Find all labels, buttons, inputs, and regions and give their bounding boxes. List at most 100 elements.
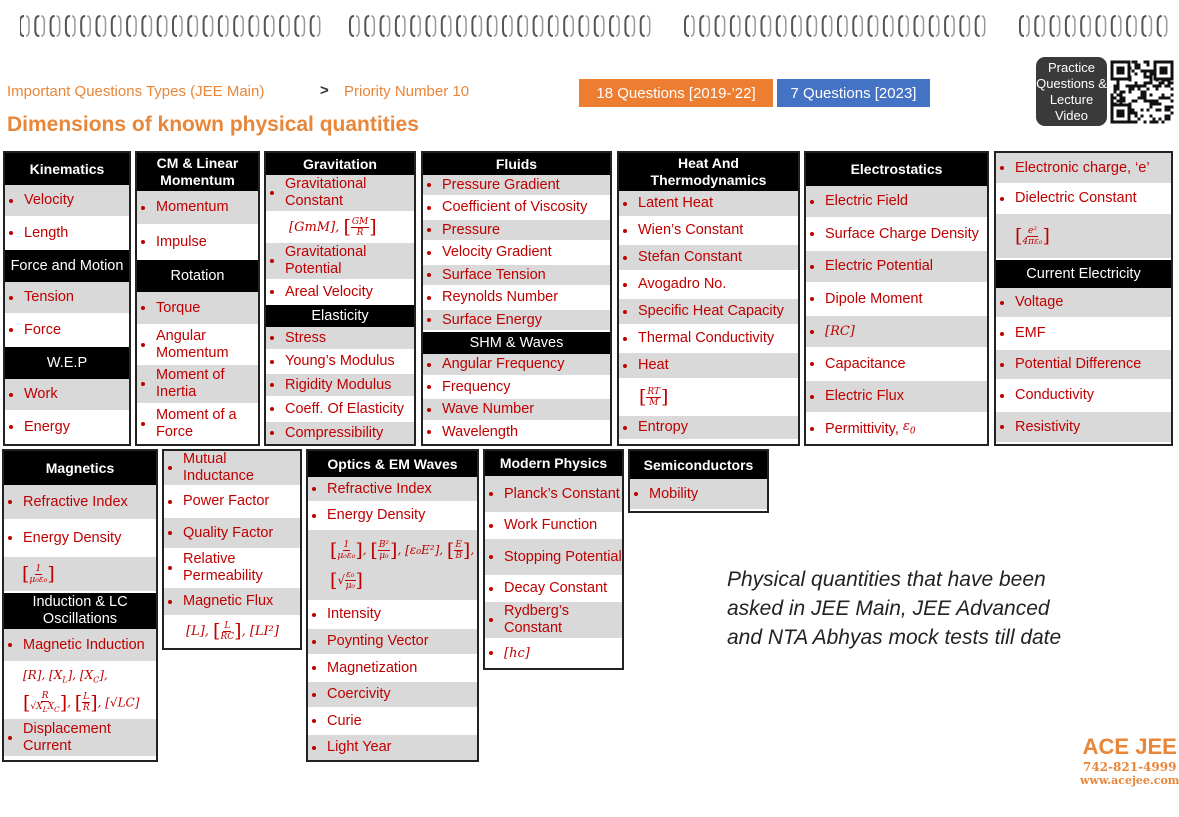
ace-jee-logo: ACE JEE 742-821-4999 www.acejee.com [1080, 734, 1179, 787]
list-item: Intensity [308, 602, 477, 629]
list-item: Potential Difference [996, 350, 1171, 381]
qr-code-icon[interactable] [1110, 60, 1174, 124]
current-electricity-header: Current Electricity [996, 260, 1171, 288]
magnetics-box: Magnetics Refractive Index Energy Densit… [2, 449, 158, 762]
rotation-header: Rotation [137, 260, 258, 292]
list-item: Entropy [619, 416, 798, 441]
list-item: Moment of a Force [137, 405, 258, 444]
formula-rc: [RC] [825, 324, 855, 339]
formula-text: [GmM], [289, 219, 344, 235]
list-item: Velocity Gradient [423, 242, 610, 265]
list-item: Surface Energy [423, 310, 610, 332]
list-item: Momentum [137, 191, 258, 226]
list-item: Angular Frequency [423, 354, 610, 377]
list-item: Wavelength [423, 422, 610, 444]
list-item: Refractive Index [308, 477, 477, 503]
kinematics-box: Kinematics Velocity Length Force and Mot… [3, 151, 131, 446]
badge-2019-22: 18 Questions [2019-’22] [579, 79, 773, 107]
badge-2023: 7 Questions [2023] [777, 79, 930, 107]
optics-box: Optics & EM Waves Refractive Index Energ… [306, 449, 479, 762]
cm-header: CM & Linear Momentum [137, 153, 258, 191]
list-item: Moment of Inertia [137, 365, 258, 405]
list-item: Avogadro No. [619, 272, 798, 299]
list-item: Light Year [308, 735, 477, 760]
kinematics-header: Kinematics [5, 153, 129, 185]
list-item: Decay Constant [485, 577, 622, 602]
list-item: Coercivity [308, 682, 477, 709]
fluids-header: Fluids [423, 153, 610, 175]
note-line: Physical quantities that have been [727, 568, 1046, 591]
list-item: Rigidity Modulus [266, 374, 414, 398]
list-item: Work [5, 379, 129, 412]
elasticity-header: Elasticity [266, 305, 414, 327]
list-item: [RC] [806, 316, 987, 349]
list-item: Coefficient of Viscosity [423, 197, 610, 220]
list-item: Planck’s Constant [485, 476, 622, 514]
electrostatics-box: Electrostatics Electric Field Surface Ch… [804, 151, 989, 446]
list-item: Areal Velocity [266, 281, 414, 305]
list-item: Velocity [5, 185, 129, 218]
practice-button[interactable]: Practice Questions & Lecture Video [1036, 57, 1107, 126]
list-item: Power Factor [164, 487, 300, 518]
list-item: Pressure Gradient [423, 175, 610, 197]
list-item: Gravitational Potential [266, 243, 414, 281]
gravitation-box: Gravitation Gravitational Constant [GmM]… [264, 151, 416, 446]
force-motion-header: Force and Motion [5, 250, 129, 282]
breadcrumb-separator: > [320, 82, 329, 99]
list-item: Mobility [630, 479, 767, 511]
list-item: Heat [619, 353, 798, 380]
list-item: Reynolds Number [423, 287, 610, 310]
list-item: [hc] [485, 640, 622, 668]
list-item: Mutual Inductance [164, 451, 300, 487]
list-item: Dipole Moment [806, 284, 987, 316]
list-item: Latent Heat [619, 191, 798, 218]
permittivity-label: Permittivity, [825, 420, 899, 437]
list-item: Poynting Vector [308, 629, 477, 656]
list-item: Frequency [423, 377, 610, 399]
magnetics-header: Magnetics [4, 451, 156, 485]
note-line: and NTA Abhyas mock tests till date [727, 626, 1062, 649]
list-item: Conductivity [996, 381, 1171, 412]
list-item: Coeff. Of Elasticity [266, 398, 414, 422]
cm-box: CM & Linear Momentum Momentum Impulse Ro… [135, 151, 260, 446]
list-item: Pressure [423, 220, 610, 242]
list-item: Stopping Potential [485, 539, 622, 577]
heat-header: Heat And Thermodynamics [619, 153, 798, 191]
list-item: Electric Field [806, 186, 987, 219]
list-item: Stress [266, 327, 414, 351]
list-item: Surface Tension [423, 265, 610, 287]
list-item: Curie [308, 709, 477, 735]
list-item: Dielectric Constant [996, 185, 1171, 214]
list-item: Young’s Modulus [266, 351, 414, 374]
list-item: Energy [5, 412, 129, 444]
list-item: EMF [996, 319, 1171, 350]
list-item: Torque [137, 292, 258, 326]
modern-physics-header: Modern Physics [485, 451, 622, 476]
list-item: Specific Heat Capacity [619, 299, 798, 326]
note-text: Physical quantities that have been asked… [727, 565, 1061, 652]
formula-optics: [1 μ₀ε₀], [B² μ₀], [ε₀E²], [E B], [√ ε₀ μ₀] [308, 530, 477, 602]
note-line: asked in JEE Main, JEE Advanced [727, 597, 1050, 620]
list-item: Angular Momentum [137, 326, 258, 365]
list-item: Relative Permeability [164, 550, 300, 588]
list-item: Resistivity [996, 412, 1171, 444]
spiral-binding [20, 15, 1168, 37]
list-item: Wien’s Constant [619, 218, 798, 245]
list-item: Wave Number [423, 399, 610, 422]
modern-physics-box: Modern Physics Planck’s Constant Work Fu… [483, 449, 624, 670]
list-item: Permittivity, ε0 [806, 414, 987, 444]
formula-e2: [e² 4πε₀] [996, 214, 1171, 260]
list-item: Stefan Constant [619, 245, 798, 272]
list-item: Displacement Current [4, 719, 156, 758]
list-item: Quality Factor [164, 518, 300, 550]
gravitation-header: Gravitation [266, 153, 414, 175]
list-item: Capacitance [806, 349, 987, 381]
list-item: Voltage [996, 288, 1171, 319]
formula-gmm: [GmM], [GM R] [266, 213, 414, 243]
list-item: Length [5, 218, 129, 250]
list-item: Tension [5, 282, 129, 315]
logo-phone: 742-821-4999 [1082, 760, 1177, 774]
page-title: Dimensions of known physical quantities [7, 113, 419, 136]
list-item: Refractive Index [4, 485, 156, 521]
induction-header: Induction & LC Oscillations [4, 593, 156, 629]
